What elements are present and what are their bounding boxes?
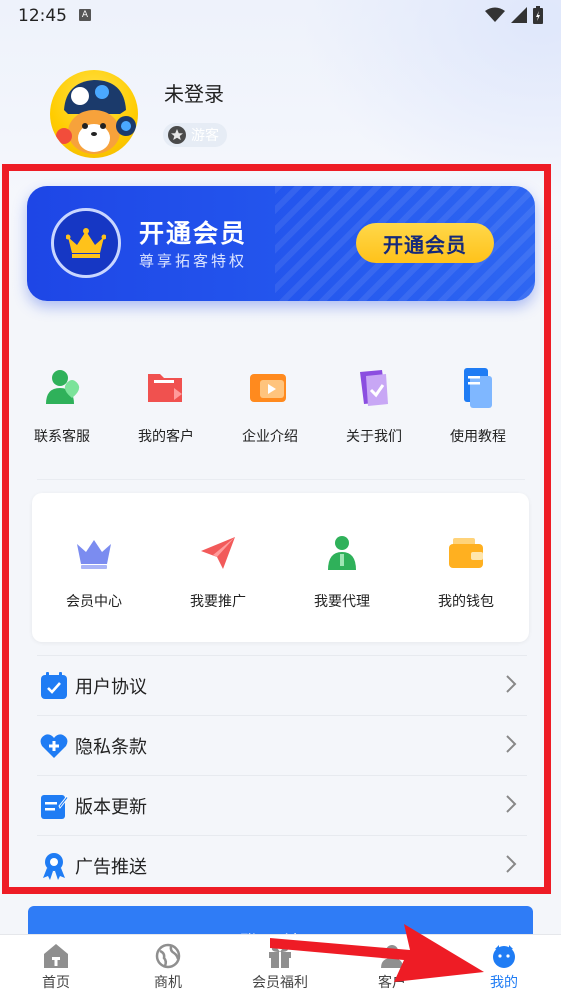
red-arrow-pointer (270, 924, 484, 982)
feature-row: 会员中心 我要推广 我要代理 我的钱包 (32, 533, 529, 611)
company-intro-icon (244, 362, 296, 414)
nav-label: 我的 (490, 975, 518, 991)
nav-business[interactable]: 商机 (112, 935, 224, 997)
feature-wallet[interactable]: 我的钱包 (404, 533, 528, 611)
award-icon (39, 851, 69, 881)
home-icon (43, 943, 69, 969)
my-customers-icon (140, 362, 192, 414)
menu-label: 隐私条款 (75, 736, 147, 758)
menu-label: 用户协议 (75, 676, 147, 698)
about-us-icon (348, 362, 400, 414)
username[interactable]: 未登录 (164, 78, 224, 107)
notification-icon: A (79, 9, 91, 21)
member-center-icon (74, 533, 114, 573)
feature-card: 会员中心 我要推广 我要代理 我的钱包 (32, 493, 529, 642)
nav-home[interactable]: 首页 (0, 935, 112, 997)
avatar[interactable] (50, 70, 138, 158)
quick-icon-row: 联系客服 我的客户 企业介绍 关于我们 使用教程 (10, 362, 551, 446)
globe-icon (155, 943, 181, 969)
feature-member-center[interactable]: 会员中心 (32, 533, 156, 611)
tutorial-icon (452, 362, 504, 414)
quick-item-label: 企业介绍 (242, 429, 298, 445)
feature-promote[interactable]: 我要推广 (156, 533, 280, 611)
promote-icon (198, 533, 238, 573)
quick-item-label: 使用教程 (450, 429, 506, 445)
vip-title: 开通会员 (139, 219, 248, 248)
open-vip-button[interactable]: 开通会员 (356, 223, 494, 263)
menu-user-agreement[interactable]: 用户协议 (37, 655, 527, 715)
vip-crown-badge (51, 208, 121, 278)
vip-subtitle: 尊享拓客特权 (139, 252, 248, 270)
menu-label: 版本更新 (75, 796, 147, 818)
quick-item-about-us[interactable]: 关于我们 (322, 362, 426, 446)
feature-label: 我要推广 (190, 594, 246, 610)
menu-label: 广告推送 (75, 856, 147, 878)
wifi-icon (485, 7, 505, 22)
battery-icon (533, 6, 543, 24)
profile-icon (491, 943, 517, 969)
signal-icon (511, 7, 527, 23)
status-icons (485, 6, 543, 24)
quick-item-tutorial[interactable]: 使用教程 (426, 362, 530, 446)
vip-banner[interactable]: 开通会员 尊享拓客特权 开通会员 (27, 186, 535, 301)
wallet-icon (446, 533, 486, 573)
feature-label: 我的钱包 (438, 594, 494, 610)
quick-item-label: 联系客服 (34, 429, 90, 445)
customer-service-icon (36, 362, 88, 414)
dog-helmet-avatar-icon (56, 80, 136, 154)
feature-label: 会员中心 (66, 594, 122, 610)
feature-agent[interactable]: 我要代理 (280, 533, 404, 611)
settings-menu: 用户协议 隐私条款 版本更新 广告推送 (37, 655, 527, 895)
edit-doc-icon (39, 791, 69, 821)
quick-item-company-intro[interactable]: 企业介绍 (218, 362, 322, 446)
chevron-right-icon (506, 735, 517, 753)
nav-label: 商机 (154, 975, 182, 991)
quick-item-label: 我的客户 (138, 429, 194, 445)
feature-label: 我要代理 (314, 594, 370, 610)
agent-icon (322, 533, 362, 573)
chevron-right-icon (506, 675, 517, 693)
status-time: 12:45 (18, 6, 67, 26)
crown-icon (66, 228, 106, 258)
menu-version-update[interactable]: 版本更新 (37, 775, 527, 835)
guest-badge-label: 游客 (191, 128, 219, 144)
guest-badge: 游客 (163, 123, 227, 147)
divider (37, 479, 525, 480)
nav-label: 首页 (42, 975, 70, 991)
chevron-right-icon (506, 795, 517, 813)
chevron-right-icon (506, 855, 517, 873)
quick-item-my-customers[interactable]: 我的客户 (114, 362, 218, 446)
heart-plus-icon (39, 731, 69, 761)
calendar-check-icon (39, 671, 69, 701)
quick-item-label: 关于我们 (346, 429, 402, 445)
menu-privacy-policy[interactable]: 隐私条款 (37, 715, 527, 775)
status-bar: 12:45 A (0, 0, 561, 32)
star-medal-icon (168, 126, 186, 144)
quick-item-customer-service[interactable]: 联系客服 (10, 362, 114, 446)
menu-ad-push[interactable]: 广告推送 (37, 835, 527, 895)
